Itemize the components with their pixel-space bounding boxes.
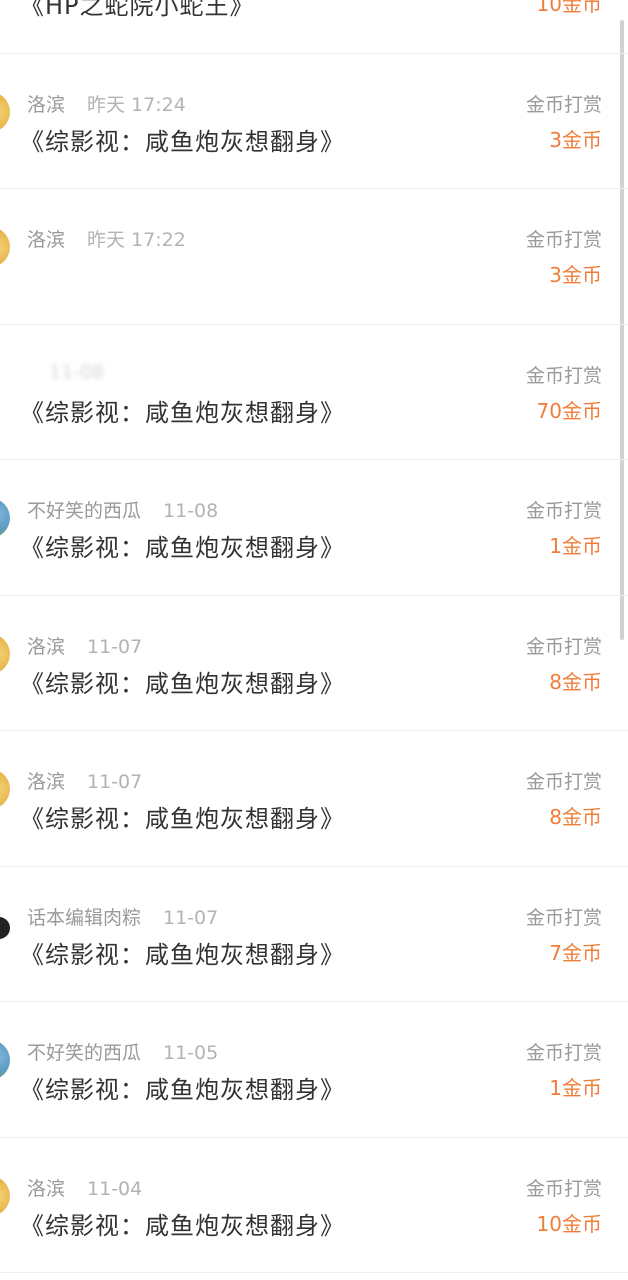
book-title[interactable]: 《综影视：咸鱼炮灰想翻身》 (20, 122, 345, 157)
user-name[interactable]: 洛滨 (27, 636, 65, 658)
reward-time: 昨天 17:24 (87, 93, 186, 116)
reward-amount: 10金币 (536, 0, 602, 16)
reward-amount: 10金币 (536, 1211, 602, 1236)
reward-amount: 3金币 (549, 263, 602, 287)
reward-time: 11-07 (87, 771, 143, 793)
reward-time: 11-07 (163, 906, 219, 929)
reward-amount: 8金币 (549, 805, 602, 829)
reward-type-label: 金币打赏 (525, 906, 602, 929)
user-name[interactable]: 洛滨 (27, 771, 65, 793)
reward-type-label: 金币打赏 (525, 93, 602, 116)
user-avatar[interactable] (0, 916, 10, 939)
reward-meta: 洛滨 11-04 (27, 1174, 142, 1201)
user-avatar[interactable] (0, 1040, 10, 1080)
user-avatar[interactable] (0, 769, 10, 809)
user-name[interactable]: 不好笑的西瓜 (27, 1042, 141, 1064)
reward-meta: 洛滨 昨天 17:24 (27, 90, 186, 117)
reward-list-item[interactable]: 11-08 《综影视：咸鱼炮灰想翻身》 金币打赏 70金币 (0, 325, 628, 460)
reward-record-list: 《HP之蛇院小蛇王》 10金币 洛滨 昨天 17:24 《综影视：咸鱼炮灰想翻身》 金币打… (0, 0, 628, 1280)
reward-type-label: 金币打赏 (525, 635, 602, 658)
reward-type-label: 金币打赏 (525, 229, 602, 251)
reward-list-item[interactable]: 不好笑的西瓜 11-05 《综影视：咸鱼炮灰想翻身》 金币打赏 1金币 (0, 1002, 628, 1138)
reward-time: 11-08 (49, 360, 105, 383)
reward-amount: 70金币 (536, 398, 602, 423)
reward-list-item[interactable]: 洛滨 11-07 《综影视：咸鱼炮灰想翻身》 金币打赏 8金币 (0, 731, 628, 867)
row-divider (0, 1272, 628, 1273)
book-title[interactable]: 《HP之蛇院小蛇王》 (20, 0, 255, 21)
user-avatar[interactable] (0, 1175, 10, 1216)
user-avatar[interactable] (0, 227, 10, 267)
book-title[interactable]: 《综影视：咸鱼炮灰想翻身》 (20, 935, 345, 970)
reward-type-label: 金币打赏 (525, 771, 602, 793)
reward-list-item[interactable]: 《HP之蛇院小蛇王》 10金币 (0, 0, 628, 54)
reward-time: 11-08 (163, 500, 219, 522)
reward-meta: 不好笑的西瓜 11-08 (27, 496, 218, 523)
reward-list-item[interactable]: 话本编辑肉粽 11-07 《综影视：咸鱼炮灰想翻身》 金币打赏 7金币 (0, 867, 628, 1002)
reward-time: 11-05 (163, 1042, 219, 1064)
reward-amount: 8金币 (549, 669, 602, 694)
user-avatar[interactable] (0, 498, 10, 538)
reward-meta: 洛滨 昨天 17:22 (27, 225, 186, 252)
user-name[interactable]: 洛滨 (27, 1178, 65, 1200)
book-title[interactable]: 《综影视：咸鱼炮灰想翻身》 (20, 1070, 345, 1105)
reward-list-item[interactable]: 不好笑的西瓜 11-08 《综影视：咸鱼炮灰想翻身》 金币打赏 1金币 (0, 460, 628, 596)
reward-type-label: 金币打赏 (525, 1177, 602, 1200)
reward-list-item[interactable]: 洛滨 昨天 17:22 金币打赏 3金币 (0, 189, 628, 325)
user-name[interactable]: 话本编辑肉粽 (27, 907, 141, 929)
reward-amount: 3金币 (549, 127, 602, 152)
reward-meta: 洛滨 11-07 (27, 767, 142, 794)
reward-list-item[interactable]: 洛滨 昨天 17:24 《综影视：咸鱼炮灰想翻身》 金币打赏 3金币 (0, 54, 628, 189)
reward-list-item[interactable]: 洛滨 11-07 《综影视：咸鱼炮灰想翻身》 金币打赏 8金币 (0, 596, 628, 731)
reward-type-label: 金币打赏 (525, 500, 602, 522)
user-name[interactable]: 洛滨 (27, 229, 65, 251)
reward-type-label: 金币打赏 (525, 364, 602, 387)
reward-amount: 1金币 (549, 534, 602, 558)
reward-time: 昨天 17:22 (87, 229, 186, 251)
user-avatar[interactable] (0, 91, 10, 132)
reward-meta: 话本编辑肉粽 11-07 (27, 903, 218, 930)
user-name[interactable]: 不好笑的西瓜 (27, 500, 141, 522)
book-title[interactable]: 《综影视：咸鱼炮灰想翻身》 (20, 1206, 345, 1241)
reward-list-item[interactable]: 洛滨 11-04 《综影视：咸鱼炮灰想翻身》 金币打赏 10金币 (0, 1138, 628, 1273)
reward-type-label: 金币打赏 (525, 1042, 602, 1064)
book-title[interactable]: 《综影视：咸鱼炮灰想翻身》 (20, 664, 345, 699)
reward-meta: 11-08 (27, 361, 104, 383)
book-title[interactable]: 《综影视：咸鱼炮灰想翻身》 (20, 393, 345, 428)
reward-time: 11-07 (87, 635, 143, 658)
reward-amount: 7金币 (549, 940, 602, 965)
reward-time: 11-04 (87, 1177, 143, 1200)
reward-meta: 洛滨 11-07 (27, 632, 142, 659)
reward-amount: 1金币 (549, 1076, 602, 1100)
book-title[interactable]: 《综影视：咸鱼炮灰想翻身》 (20, 528, 345, 563)
user-name[interactable]: 洛滨 (27, 94, 65, 116)
reward-meta: 不好笑的西瓜 11-05 (27, 1038, 218, 1065)
book-title[interactable]: 《综影视：咸鱼炮灰想翻身》 (20, 799, 345, 834)
user-avatar[interactable] (0, 633, 10, 674)
